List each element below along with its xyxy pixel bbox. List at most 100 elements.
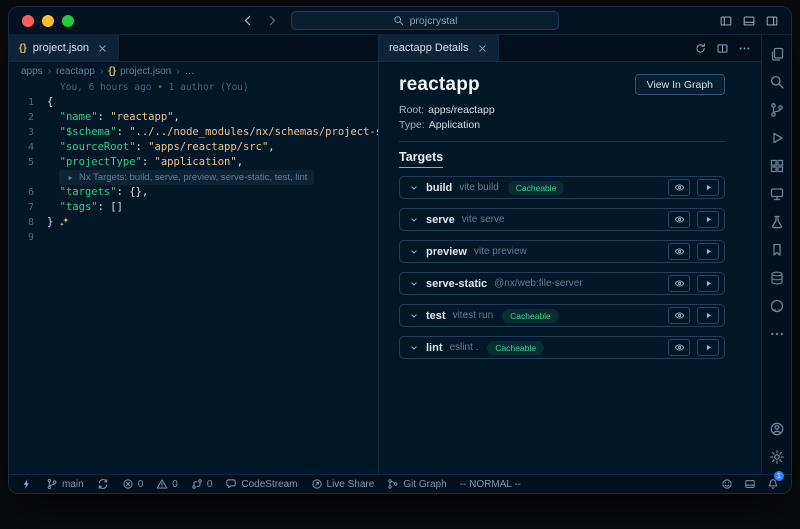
warnings-label: 0 bbox=[172, 479, 178, 490]
breadcrumb-label: apps bbox=[21, 66, 43, 77]
breadcrumb-item[interactable]: reactapp bbox=[56, 66, 95, 77]
target-row[interactable]: testvitest runCacheable bbox=[399, 304, 725, 327]
traffic-lights bbox=[22, 15, 74, 27]
activitybar-database[interactable] bbox=[769, 270, 785, 286]
errors[interactable]: 0 bbox=[122, 478, 144, 490]
titlebar: projcrystal bbox=[9, 7, 791, 35]
extensions-icon bbox=[769, 158, 785, 174]
minimize-window-button[interactable] bbox=[42, 15, 54, 27]
run-target-button[interactable] bbox=[697, 339, 719, 356]
code-token: "projectType" bbox=[60, 156, 142, 168]
project-type-row: Type:Application bbox=[399, 119, 725, 131]
feedback[interactable] bbox=[721, 478, 733, 490]
view-target-config-button[interactable] bbox=[668, 307, 690, 324]
view-target-config-button[interactable] bbox=[668, 179, 690, 196]
view-target-config-button[interactable] bbox=[668, 243, 690, 260]
target-row[interactable]: serve-static@nx/web:file-server bbox=[399, 272, 725, 295]
more-actions-button[interactable] bbox=[738, 42, 751, 55]
target-row[interactable]: linteslint .Cacheable bbox=[399, 336, 725, 359]
activitybar-extensions[interactable] bbox=[769, 158, 785, 174]
target-command: vite build bbox=[459, 182, 498, 193]
command-center-search[interactable]: projcrystal bbox=[291, 11, 559, 30]
line-number: 3 bbox=[9, 125, 47, 140]
view-target-config-button[interactable] bbox=[668, 211, 690, 228]
activitybar-github[interactable] bbox=[769, 298, 785, 314]
line-content: "tags": [] bbox=[47, 200, 123, 215]
sync-status[interactable] bbox=[97, 478, 109, 490]
live-share[interactable]: Live Share bbox=[311, 478, 375, 490]
target-row[interactable]: previewvite preview bbox=[399, 240, 725, 263]
notifications[interactable]: 1 bbox=[767, 478, 779, 490]
codestream[interactable]: CodeStream bbox=[225, 478, 297, 490]
code-token: : bbox=[136, 141, 149, 153]
code-line: 5 "projectType": "application", bbox=[9, 155, 378, 170]
activitybar-more[interactable] bbox=[769, 326, 785, 342]
activitybar-run-debug[interactable] bbox=[769, 130, 785, 146]
nx-targets-hint[interactable]: Nx Targets: build, serve, preview, serve… bbox=[59, 170, 314, 185]
code-line: 6 "targets": {}, bbox=[9, 185, 378, 200]
warnings[interactable]: 0 bbox=[156, 478, 178, 490]
git-compare-icon bbox=[191, 478, 203, 490]
line-number: 9 bbox=[9, 230, 47, 245]
layout-sidebar-button[interactable] bbox=[719, 14, 733, 28]
activitybar-bookmarks[interactable] bbox=[769, 242, 785, 258]
view-target-config-button[interactable] bbox=[668, 275, 690, 292]
target-row[interactable]: servevite serve bbox=[399, 208, 725, 231]
chevron-down-icon[interactable] bbox=[409, 311, 419, 321]
settings-icon bbox=[769, 449, 785, 465]
close-tab-icon[interactable] bbox=[477, 43, 488, 54]
run-target-button[interactable] bbox=[697, 211, 719, 228]
code-token: { bbox=[47, 96, 53, 108]
chevron-down-icon[interactable] bbox=[409, 343, 419, 353]
cacheable-badge: Cacheable bbox=[508, 181, 565, 195]
target-row[interactable]: build vite build Cacheable bbox=[399, 176, 725, 199]
git-branch[interactable]: main bbox=[46, 478, 84, 490]
vim-mode-label: -- NORMAL -- bbox=[460, 479, 521, 490]
breadcrumb-item[interactable]: apps bbox=[21, 66, 43, 77]
view-target-config-button[interactable] bbox=[668, 339, 690, 356]
activitybar-files[interactable] bbox=[769, 46, 785, 62]
remote-indicator[interactable] bbox=[21, 478, 33, 490]
tab-reactapp-details[interactable]: reactapp Details bbox=[379, 35, 499, 61]
git-graph[interactable]: Git Graph bbox=[387, 478, 446, 490]
breadcrumb-item[interactable]: … bbox=[185, 66, 195, 77]
layout-panel-button[interactable] bbox=[742, 14, 756, 28]
zoom-window-button[interactable] bbox=[62, 15, 74, 27]
chevron-down-icon[interactable] bbox=[409, 183, 419, 193]
editor[interactable]: You, 6 hours ago • 1 author (You) 1{2 "n… bbox=[9, 80, 378, 474]
editor-layout[interactable] bbox=[744, 478, 756, 490]
refresh-button[interactable] bbox=[694, 42, 707, 55]
back-icon[interactable] bbox=[241, 14, 254, 27]
target-name: lint bbox=[426, 342, 443, 354]
run-target-button[interactable] bbox=[697, 307, 719, 324]
play-icon bbox=[704, 183, 713, 192]
right-editor-tabbar: reactapp Details bbox=[379, 35, 761, 61]
breadcrumb-item[interactable]: {}project.json bbox=[108, 66, 171, 77]
git-compare[interactable]: 0 bbox=[191, 478, 213, 490]
activitybar-testing[interactable] bbox=[769, 214, 785, 230]
tab-project-json[interactable]: {} project.json bbox=[9, 35, 119, 61]
layout-secondary-button[interactable] bbox=[765, 14, 779, 28]
chevron-down-icon[interactable] bbox=[409, 247, 419, 257]
vim-mode[interactable]: -- NORMAL -- bbox=[460, 479, 521, 490]
run-target-button[interactable] bbox=[697, 243, 719, 260]
split-editor-button[interactable] bbox=[716, 42, 729, 55]
code-line: 9 bbox=[9, 230, 378, 245]
line-number: 5 bbox=[9, 155, 47, 170]
chevron-down-icon[interactable] bbox=[409, 279, 419, 289]
chevron-down-icon[interactable] bbox=[409, 215, 419, 225]
close-window-button[interactable] bbox=[22, 15, 34, 27]
activitybar-account[interactable] bbox=[769, 421, 785, 437]
code-token: "$schema" bbox=[60, 126, 117, 138]
activitybar-search[interactable] bbox=[769, 74, 785, 90]
run-target-button[interactable] bbox=[697, 275, 719, 292]
view-in-graph-button[interactable]: View In Graph bbox=[635, 74, 725, 95]
activitybar-source-control[interactable] bbox=[769, 102, 785, 118]
close-tab-icon[interactable] bbox=[97, 43, 108, 54]
forward-icon[interactable] bbox=[266, 14, 279, 27]
run-target-button[interactable] bbox=[697, 179, 719, 196]
activitybar-settings[interactable] bbox=[769, 449, 785, 465]
activitybar-remote-explorer[interactable] bbox=[769, 186, 785, 202]
code-token: : bbox=[98, 201, 111, 213]
target-name: build bbox=[426, 182, 452, 194]
